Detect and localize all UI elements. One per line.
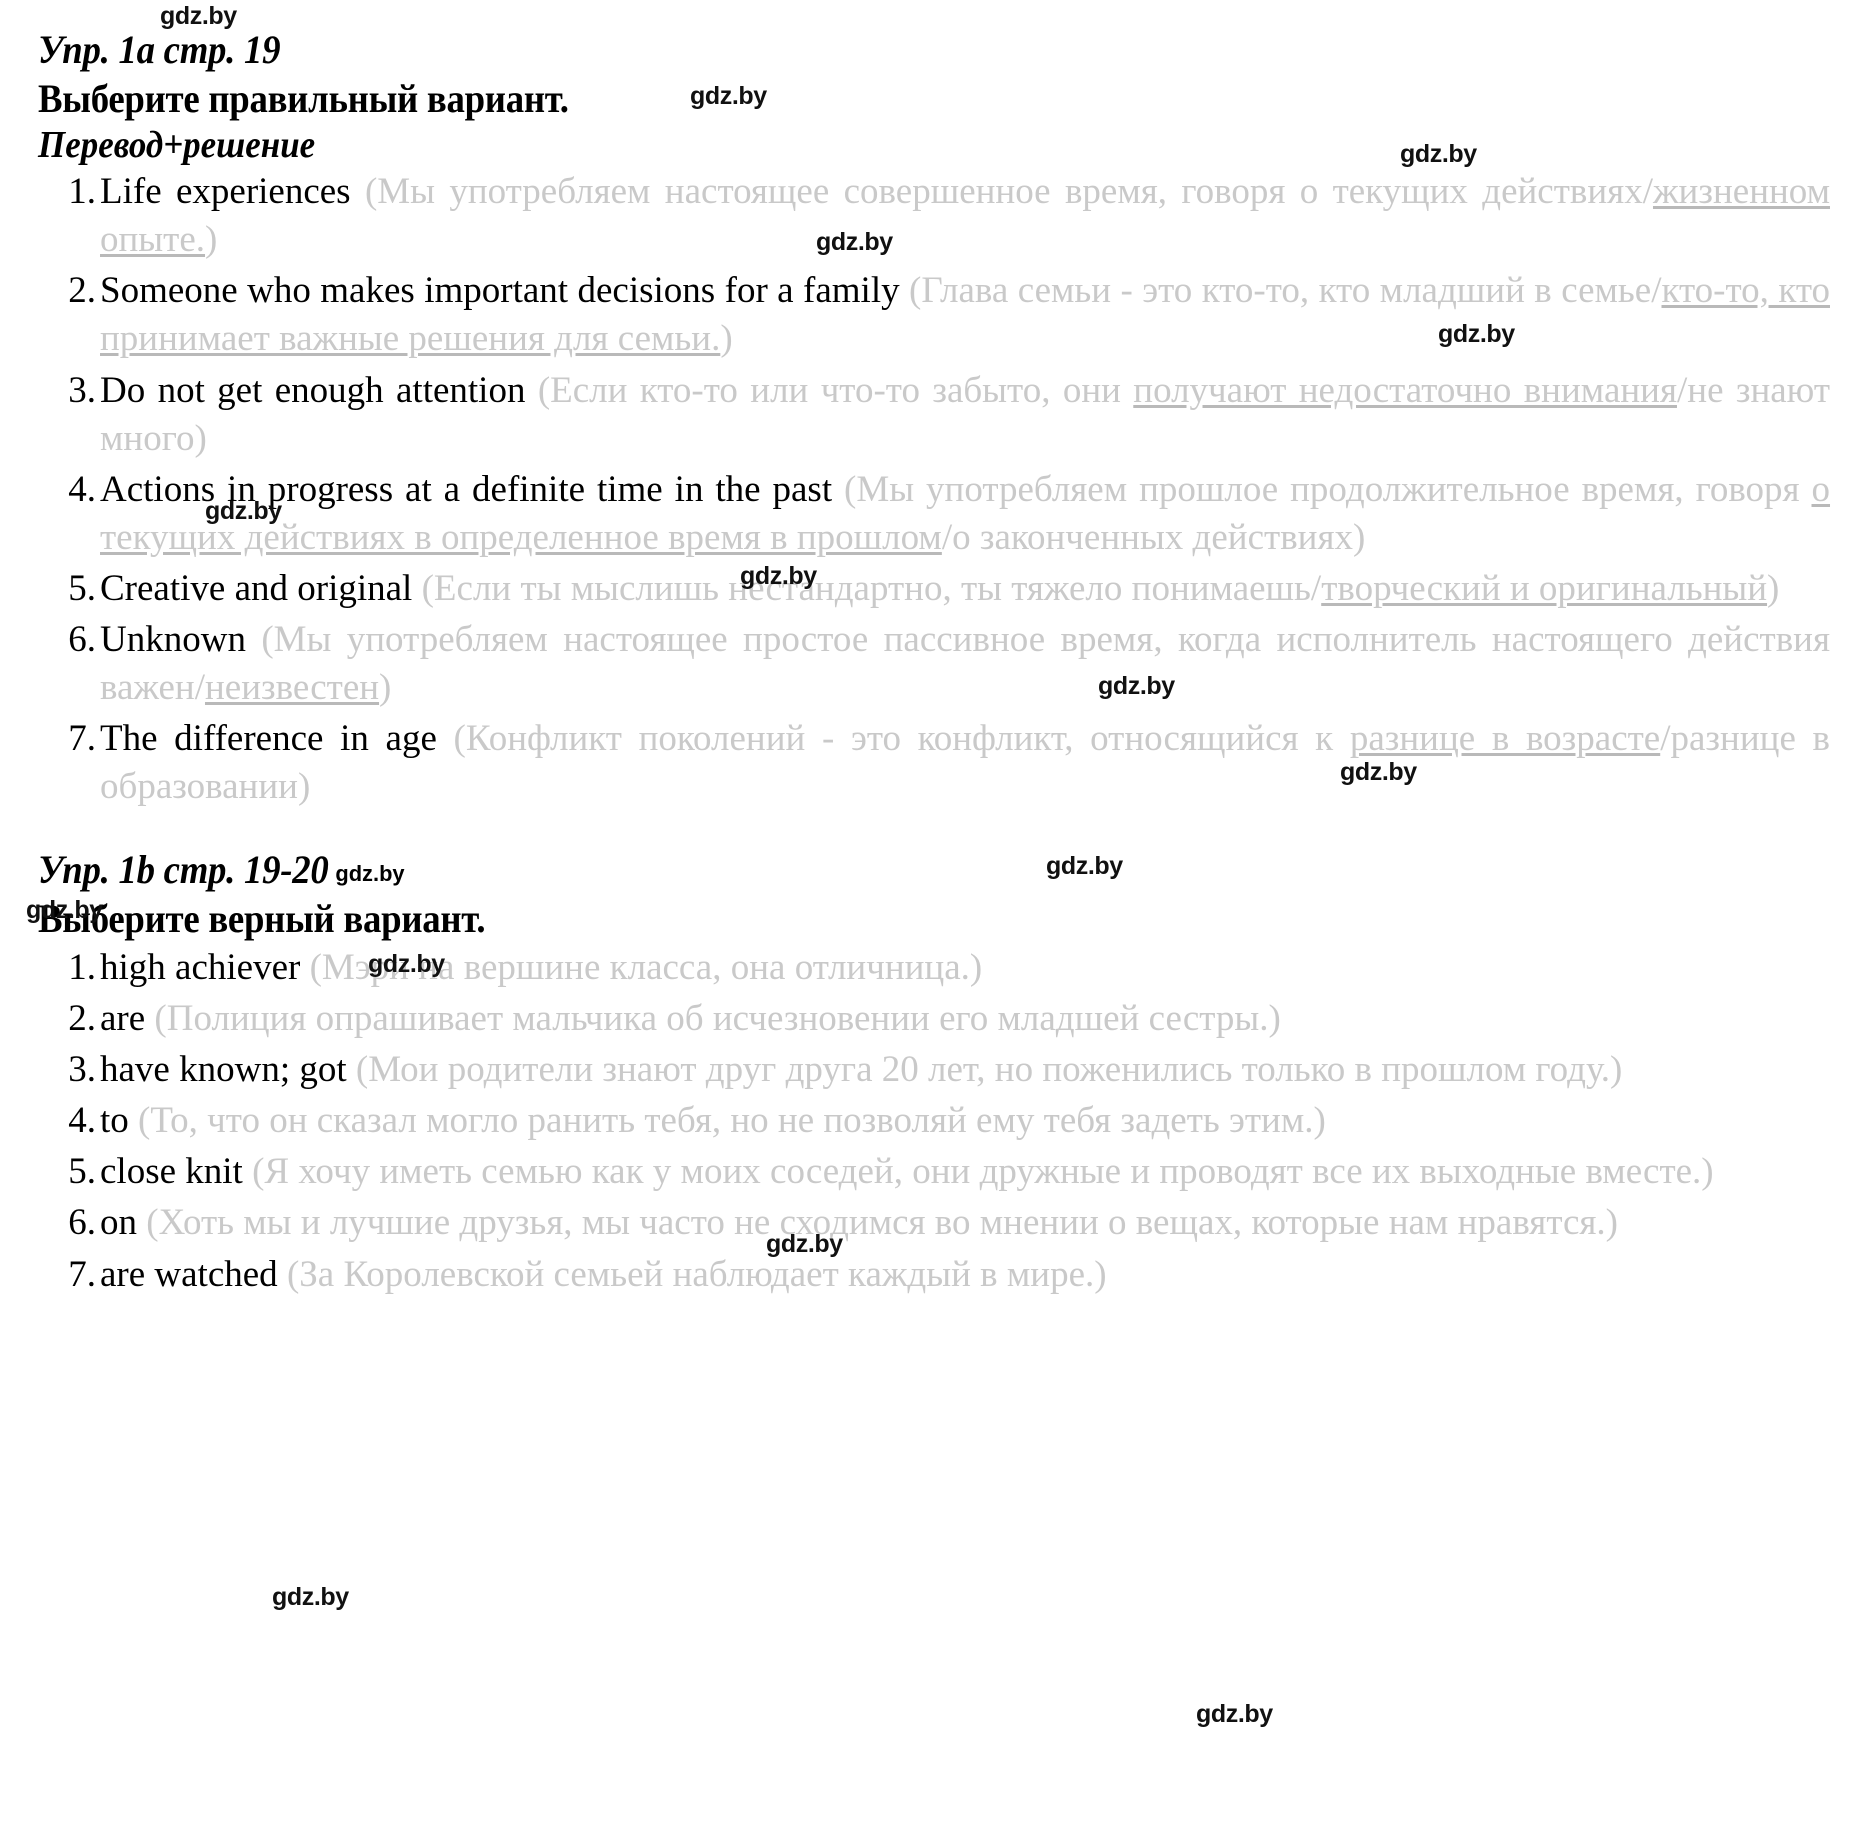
answer-number: 5. (68, 567, 96, 609)
translation-before: (Конфликт поколений - это конфликт, отно… (453, 718, 1350, 760)
translation-after: ) (205, 219, 218, 261)
answer-item: 4. to (То, что он сказал могло ранить теб… (38, 1097, 1830, 1145)
answer-item: 3. have known; got (Мои родители знают др… (38, 1046, 1830, 1094)
translation-correct-choice: разнице в возрасте (1349, 718, 1661, 760)
exercise-1b-task: Выберите верный вариант. (38, 896, 1687, 942)
document-page: Упр. 1а стр. 19 Выберите правильный вари… (0, 0, 1868, 1826)
answer-item: 3. Do not get enough attention (Если кто-… (38, 367, 1830, 463)
translation-before: (Если ты мыслишь нестандартно, ты тяжело… (421, 567, 1322, 609)
exercise-1a-subheading: Перевод+решение (38, 124, 1687, 167)
translation-text: (Хоть мы и лучшие друзья, мы часто не сх… (146, 1202, 1618, 1243)
exercise-1b-answer-list: 1. high achiever (Мэри на вершине класса,… (38, 944, 1830, 1299)
translation-correct-choice: творческий и оригинальный (1321, 567, 1768, 609)
answer-number: 4. (68, 1100, 96, 1142)
answer-text: Someone who makes important decisions fo… (100, 270, 910, 312)
watermark-inline: gdz.by (335, 861, 405, 887)
translation-text: (То, что он сказал могло ранить тебя, но… (138, 1100, 1326, 1141)
translation-before: (Мы употребляем настоящее совершенное вр… (364, 171, 1653, 213)
answer-item: 4. Actions in progress at a definite time… (38, 466, 1830, 562)
exercise-1a-heading: Упр. 1а стр. 19 (38, 27, 1687, 73)
exercise-1b-task-text: Выберите верный вариант. (38, 896, 486, 942)
translation-before: (Мэри на вершине класса, она отличница.) (309, 946, 983, 988)
answer-number: 6. (68, 1202, 96, 1244)
document-body: Упр. 1а стр. 19 Выберите правильный вари… (0, 0, 1868, 1299)
translation-text: (Если ты мыслишь нестандартно, ты тяжело… (422, 568, 1780, 609)
answer-number: 6. (68, 618, 96, 660)
answer-text: are watched (100, 1253, 287, 1295)
answer-text: close knit (100, 1151, 253, 1193)
translation-after: ) (1767, 567, 1780, 609)
translation-before: (За Королевской семьей наблюдает каждый … (286, 1253, 1107, 1295)
answer-text: Unknown (100, 618, 262, 660)
translation-after: ) (720, 318, 733, 360)
answer-item: 5. Creative and original (Если ты мыслишь… (38, 565, 1830, 613)
exercise-1a-task-text: Выберите правильный вариант. (38, 75, 569, 121)
answer-number: 3. (68, 369, 96, 411)
translation-before: (Если кто-то или что-то забыто, они (537, 369, 1134, 411)
exercise-1a-heading-text: Упр. 1а стр. 19 (38, 27, 281, 72)
answer-text: high achiever (100, 946, 310, 988)
answer-text: Do not get enough attention (100, 369, 538, 411)
answer-number: 5. (68, 1151, 96, 1193)
translation-before: (Хоть мы и лучшие друзья, мы часто не сх… (146, 1202, 1618, 1244)
answer-item: 1. Life experiences (Мы употребляем насто… (38, 168, 1830, 264)
exercise-1a-subheading-text: Перевод+решение (38, 123, 316, 166)
answer-text: Life experiences (100, 171, 365, 213)
translation-before: (Глава семьи - это кто-то, кто младший в… (909, 270, 1662, 312)
translation-text: (Мэри на вершине класса, она отличница.) (310, 947, 983, 988)
answer-text: to (100, 1100, 139, 1142)
answer-number: 7. (68, 1253, 96, 1295)
translation-text: (Мы употребляем настоящее простое пассив… (100, 619, 1830, 708)
translation-before: (Полиция опрашивает мальчика об исчезнов… (154, 998, 1281, 1040)
translation-after: /о законченных действиях) (941, 516, 1366, 558)
translation-correct-choice: получают недостаточно внимания (1133, 369, 1677, 411)
translation-before: (Мы употребляем прошлое продолжительное … (844, 468, 1812, 510)
answer-number: 2. (68, 998, 96, 1040)
answer-item: 7. The difference in age (Конфликт поколе… (38, 715, 1830, 811)
answer-item: 6. on (Хоть мы и лучшие друзья, мы часто … (38, 1199, 1830, 1247)
answer-item: 5. close knit (Я хочу иметь семью как у м… (38, 1148, 1830, 1196)
answer-text: Actions in progress at a definite time i… (100, 468, 845, 510)
translation-after: ) (379, 667, 392, 709)
answer-number: 4. (68, 468, 96, 510)
translation-text: (Я хочу иметь семью как у моих соседей, … (252, 1151, 1714, 1192)
watermark: gdz.by (272, 1583, 349, 1611)
exercise-1a-task: Выберите правильный вариант. (38, 75, 1687, 122)
translation-text: (Полиция опрашивает мальчика об исчезнов… (154, 998, 1280, 1039)
answer-number: 2. (68, 270, 96, 312)
answer-text: Creative and original (100, 567, 422, 609)
exercise-1b-heading: Упр. 1b стр. 19-20 gdz.by (38, 847, 1687, 893)
answer-text: on (100, 1202, 147, 1244)
translation-correct-choice: неизвестен (204, 667, 380, 709)
translation-before: (То, что он сказал могло ранить тебя, но… (138, 1100, 1326, 1142)
answer-number: 3. (68, 1049, 96, 1091)
answer-number: 1. (68, 171, 96, 213)
answer-item: 1. high achiever (Мэри на вершине класса,… (38, 944, 1830, 992)
answer-item: 7. are watched (За Королевской семьей наб… (38, 1251, 1830, 1299)
answer-text: are (100, 998, 155, 1040)
answer-number: 1. (68, 946, 96, 988)
answer-text: have known; got (100, 1049, 356, 1091)
exercise-1a-answer-list: 1. Life experiences (Мы употребляем насто… (38, 168, 1830, 811)
answer-item: 2. are (Полиция опрашивает мальчика об ис… (38, 995, 1830, 1043)
translation-text: (Мои родители знают друг друга 20 лет, н… (356, 1049, 1622, 1090)
answer-text: The difference in age (100, 718, 454, 760)
answer-number: 7. (68, 718, 96, 760)
exercise-1b-heading-text: Упр. 1b стр. 19-20 (38, 847, 329, 893)
translation-text: (За Королевской семьей наблюдает каждый … (287, 1254, 1107, 1295)
answer-item: 6. Unknown (Мы употребляем настоящее прос… (38, 616, 1830, 712)
answer-item: 2. Someone who makes important decisions … (38, 267, 1830, 363)
translation-before: (Мои родители знают друг друга 20 лет, н… (355, 1049, 1623, 1091)
watermark: gdz.by (1196, 1700, 1273, 1728)
translation-before: (Я хочу иметь семью как у моих соседей, … (252, 1151, 1714, 1193)
